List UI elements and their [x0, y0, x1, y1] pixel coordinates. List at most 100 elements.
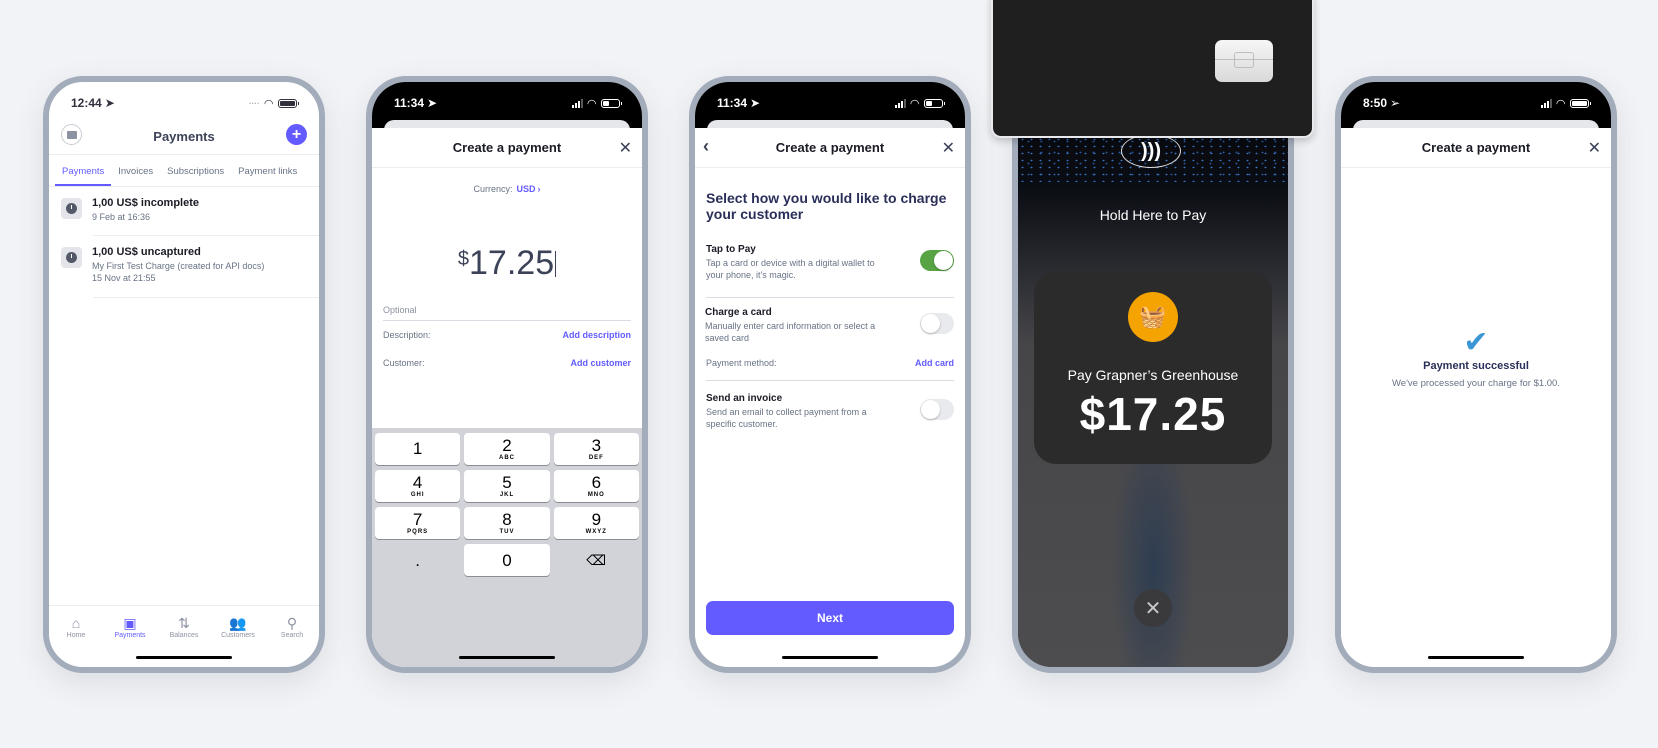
currency-selector[interactable]: Currency: USD ›	[372, 184, 642, 194]
divider	[706, 297, 954, 298]
wifi-icon: ◠	[264, 97, 273, 110]
payment-date: 15 Nov at 21:55	[92, 273, 156, 283]
home-indicator	[459, 656, 555, 659]
credit-card-graphic	[991, 0, 1314, 138]
key-1[interactable]: 1	[375, 433, 461, 465]
top-bar: Payments +	[49, 118, 319, 154]
status-bar: 8:50 ➢ ◠	[1341, 82, 1611, 118]
status-time: 11:34	[717, 96, 748, 110]
success-description: We've processed your charge for $1.00.	[1392, 378, 1560, 389]
customers-icon: 👥	[229, 615, 247, 631]
tap-to-pay-toggle[interactable]	[920, 250, 954, 271]
backspace-icon[interactable]: ⌫	[554, 544, 639, 576]
battery-icon	[924, 98, 945, 108]
clock-icon	[61, 198, 82, 219]
next-button[interactable]: Next	[706, 601, 954, 635]
close-icon[interactable]: ✕	[1588, 138, 1601, 158]
home-indicator	[1428, 656, 1524, 659]
tabs: Payments Invoices Subscriptions Payment …	[49, 154, 319, 187]
add-description-link[interactable]: Add description	[562, 330, 631, 340]
sheet: ‹ Create a payment ✕ Select how you woul…	[695, 128, 965, 667]
tabbar-search[interactable]: ⚲ Search	[267, 614, 317, 667]
key-0[interactable]: 0	[464, 544, 550, 576]
add-customer-link[interactable]: Add customer	[570, 358, 631, 368]
signal-icon	[894, 98, 906, 108]
key-2[interactable]: 2 ABC	[464, 433, 550, 465]
nav-bar: ‹ Create a payment ✕	[695, 128, 965, 168]
chevron-right-icon: ›	[537, 184, 541, 194]
battery-icon	[1570, 98, 1591, 108]
add-card-link[interactable]: Add card	[915, 358, 954, 368]
signal-icon	[571, 98, 583, 108]
battery-icon	[278, 98, 299, 108]
list-item[interactable]: 1,00 US$ incomplete 9 Feb at 16:36	[49, 187, 319, 236]
list-item[interactable]: 1,00 US$ uncaptured My First Test Charge…	[49, 236, 319, 298]
close-icon[interactable]: ✕	[619, 138, 632, 158]
nav-bar: Create a payment ✕	[372, 128, 642, 168]
phone-tap-to-pay: ))) Hold Here to Pay 🧺 Pay Grapner’s Gre…	[1012, 76, 1294, 673]
back-chevron-icon[interactable]: ‹	[703, 136, 709, 157]
page-title: Create a payment	[1421, 140, 1531, 155]
payment-amount: $17.25	[1079, 388, 1227, 440]
tabbar-payments[interactable]: ▣ Payments	[105, 614, 155, 667]
status-time: 8:50	[1363, 96, 1388, 110]
tabbar-balances[interactable]: ⇅ Balances	[159, 614, 209, 667]
key-9[interactable]: 9 WXYZ	[553, 507, 639, 539]
clock-icon	[61, 247, 82, 268]
tab-invoices[interactable]: Invoices	[111, 155, 160, 186]
success-message: ✔ Payment successful We've processed you…	[1341, 326, 1611, 390]
home-indicator	[136, 656, 232, 659]
contactless-icon: )))	[1121, 134, 1181, 168]
location-arrow-icon: ➢	[1390, 96, 1401, 110]
close-icon[interactable]: ✕	[942, 138, 955, 158]
status-bar: 11:34 ➤ ◠	[695, 82, 965, 118]
cancel-button[interactable]: ✕	[1134, 589, 1172, 627]
amount-display[interactable]: $17.25	[372, 244, 642, 283]
option-tap-to-pay: Tap to Pay Tap a card or device with a di…	[706, 244, 954, 281]
status-time: 12:44 ➤	[71, 96, 115, 110]
payment-panel: 🧺 Pay Grapner’s Greenhouse $17.25	[1034, 271, 1272, 464]
page-title: Create a payment	[775, 140, 885, 155]
key-8[interactable]: 8 TUV	[464, 507, 550, 539]
store-icon[interactable]	[61, 124, 82, 145]
add-payment-button[interactable]: +	[286, 124, 307, 145]
send-invoice-toggle[interactable]	[920, 399, 954, 420]
text-caret	[555, 251, 557, 277]
status-time: 11:34	[394, 96, 425, 110]
status-bar: 12:44 ➤ ···· ◠	[49, 82, 319, 118]
balances-icon: ⇅	[178, 615, 190, 631]
sheet: Create a payment ✕ ✔ Payment successful …	[1341, 128, 1611, 667]
description-field: Description: Add description	[383, 330, 631, 340]
tabbar-customers[interactable]: 👥 Customers	[213, 614, 263, 667]
phone-create-amount: 11:34 ➤ ◠ Create a payment ✕ Currency: USD…	[366, 76, 648, 673]
wifi-icon: ◠	[587, 97, 596, 110]
tabbar-home[interactable]: ⌂ Home	[51, 614, 101, 667]
optional-label: Optional	[383, 305, 631, 321]
key-3[interactable]: 3 DEF	[553, 433, 639, 465]
location-arrow-icon: ➤	[427, 96, 438, 110]
home-indicator	[782, 656, 878, 659]
divider	[706, 380, 954, 381]
hold-instruction: Hold Here to Pay	[1099, 207, 1207, 223]
key-6[interactable]: 6 MNO	[553, 470, 639, 502]
numeric-keypad: 1 2 ABC 3 DEF 4 GHI 5 JKL 6 MNO 7 PQRS 8 TUV 9W…	[372, 428, 642, 667]
payments-icon: ▣	[123, 615, 137, 631]
key-7[interactable]: 7 PQRS	[375, 507, 461, 539]
payment-description: My First Test Charge (created for API do…	[92, 261, 265, 271]
key-5[interactable]: 5 JKL	[464, 470, 550, 502]
phone-charge-method: 11:34 ➤ ◠ ‹ Create a payment ✕ Select how…	[689, 76, 971, 673]
section-heading: Select how you would like to charge your…	[706, 190, 947, 222]
signal-icon	[1540, 98, 1552, 108]
tab-subscriptions[interactable]: Subscriptions	[160, 155, 231, 186]
charge-card-toggle[interactable]	[920, 313, 954, 334]
key-4[interactable]: 4 GHI	[375, 470, 461, 502]
option-charge-card: Charge a card Manually enter card informa…	[705, 307, 954, 344]
status-bar: 11:34 ➤ ◠	[372, 82, 642, 118]
checkmark-icon: ✔	[1463, 326, 1489, 359]
key-decimal[interactable]: .	[375, 544, 460, 576]
search-icon: ⚲	[286, 615, 298, 631]
tab-payments[interactable]: Payments	[55, 155, 112, 186]
tab-payment-links[interactable]: Payment links	[231, 155, 304, 186]
location-arrow-icon: ➤	[104, 96, 115, 110]
payment-date: 9 Feb at 16:36	[92, 212, 151, 222]
